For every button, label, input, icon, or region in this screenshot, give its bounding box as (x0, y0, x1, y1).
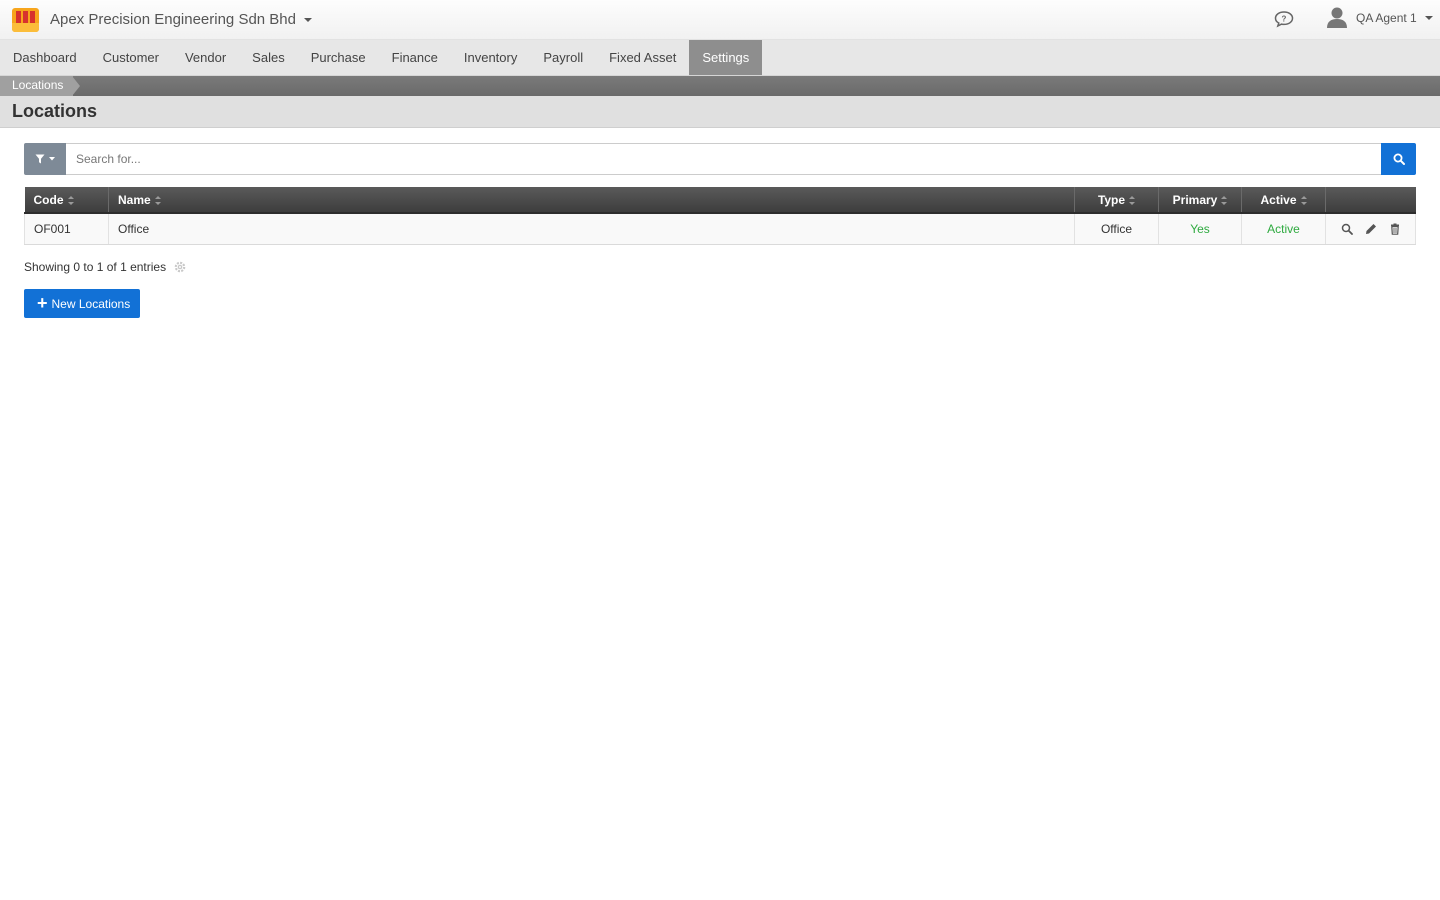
new-location-button[interactable]: + New Locations (24, 289, 141, 318)
cell-active: Active (1241, 213, 1326, 245)
breadcrumb-arrow (72, 76, 80, 96)
gear-icon[interactable] (174, 261, 186, 273)
nav-item-fixed-asset[interactable]: Fixed Asset (596, 40, 689, 75)
nav-item-payroll[interactable]: Payroll (530, 40, 596, 75)
sort-icon (1129, 195, 1136, 205)
breadcrumb-item-locations[interactable]: Locations (0, 76, 74, 96)
view-icon (1341, 223, 1353, 235)
user-icon (1327, 7, 1347, 28)
chevron-down-icon (49, 157, 55, 161)
page-title: Locations (12, 101, 98, 121)
filter-button[interactable] (24, 143, 66, 175)
search-icon (1393, 153, 1405, 165)
cell-primary: Yes (1158, 213, 1242, 245)
sort-icon (1300, 195, 1307, 205)
column-header-code[interactable]: Code (24, 187, 109, 214)
table-row[interactable]: OF001 Office Office Yes Active (24, 213, 1416, 245)
view-button[interactable] (1340, 222, 1354, 236)
top-header: Apex Precision Engineering Sdn Bhd ? QA … (0, 0, 1440, 40)
nav-item-sales[interactable]: Sales (239, 40, 298, 75)
entries-count: Showing 0 to 1 of 1 entries (24, 260, 167, 274)
column-header-label: Type (1097, 192, 1126, 207)
cell-name: Office (108, 213, 1075, 245)
edit-icon (1365, 223, 1376, 234)
nav-item-purchase[interactable]: Purchase (298, 40, 379, 75)
delete-icon (1390, 223, 1399, 235)
column-header-type[interactable]: Type (1074, 187, 1159, 214)
nav-item-customer[interactable]: Customer (90, 40, 172, 75)
locations-table: Code Name Type Primary Active OF001 Offi… (24, 187, 1416, 245)
search-input[interactable] (66, 143, 1381, 175)
column-header-label: Code (33, 192, 64, 207)
chat-icon[interactable]: ? (1274, 10, 1294, 28)
new-location-label: New Locations (51, 296, 131, 311)
nav-item-vendor[interactable]: Vendor (172, 40, 239, 75)
column-header-label: Name (118, 192, 151, 207)
search-button[interactable] (1381, 143, 1416, 175)
column-header-label: Primary (1172, 192, 1218, 207)
nav-item-settings[interactable]: Settings (689, 40, 763, 75)
chevron-down-icon (1424, 16, 1433, 20)
cell-actions (1325, 213, 1416, 245)
delete-button[interactable] (1388, 222, 1402, 236)
sort-icon (1221, 195, 1228, 205)
column-header-name[interactable]: Name (108, 187, 1075, 214)
filter-icon (35, 154, 45, 164)
column-header-label: Active (1260, 192, 1297, 207)
company-name: Apex Precision Engineering Sdn Bhd (50, 11, 296, 28)
nav-item-inventory[interactable]: Inventory (451, 40, 530, 75)
sort-icon (154, 195, 161, 205)
column-header-active[interactable]: Active (1241, 187, 1326, 214)
user-name: QA Agent 1 (1356, 11, 1417, 25)
table-info: Showing 0 to 1 of 1 entries (24, 260, 186, 274)
user-menu[interactable]: QA Agent 1 (1326, 6, 1433, 30)
nav-item-finance[interactable]: Finance (379, 40, 451, 75)
svg-text:?: ? (1282, 14, 1287, 23)
plus-icon: + (37, 293, 48, 313)
column-header-actions (1325, 187, 1416, 214)
cell-code: OF001 (24, 213, 109, 245)
breadcrumb: Locations (0, 76, 1440, 96)
search-bar (24, 143, 1416, 175)
title-bar: Locations (0, 96, 1440, 128)
main-nav: Dashboard Customer Vendor Sales Purchase… (0, 40, 1440, 76)
edit-button[interactable] (1364, 222, 1378, 236)
chevron-down-icon (304, 17, 312, 22)
logo-icon[interactable] (12, 8, 39, 32)
company-switcher[interactable]: Apex Precision Engineering Sdn Bhd (50, 11, 312, 28)
column-header-primary[interactable]: Primary (1158, 187, 1242, 214)
table-header-row: Code Name Type Primary Active (24, 187, 1416, 214)
sort-icon (67, 195, 74, 205)
cell-type: Office (1074, 213, 1159, 245)
nav-item-dashboard[interactable]: Dashboard (0, 40, 90, 75)
